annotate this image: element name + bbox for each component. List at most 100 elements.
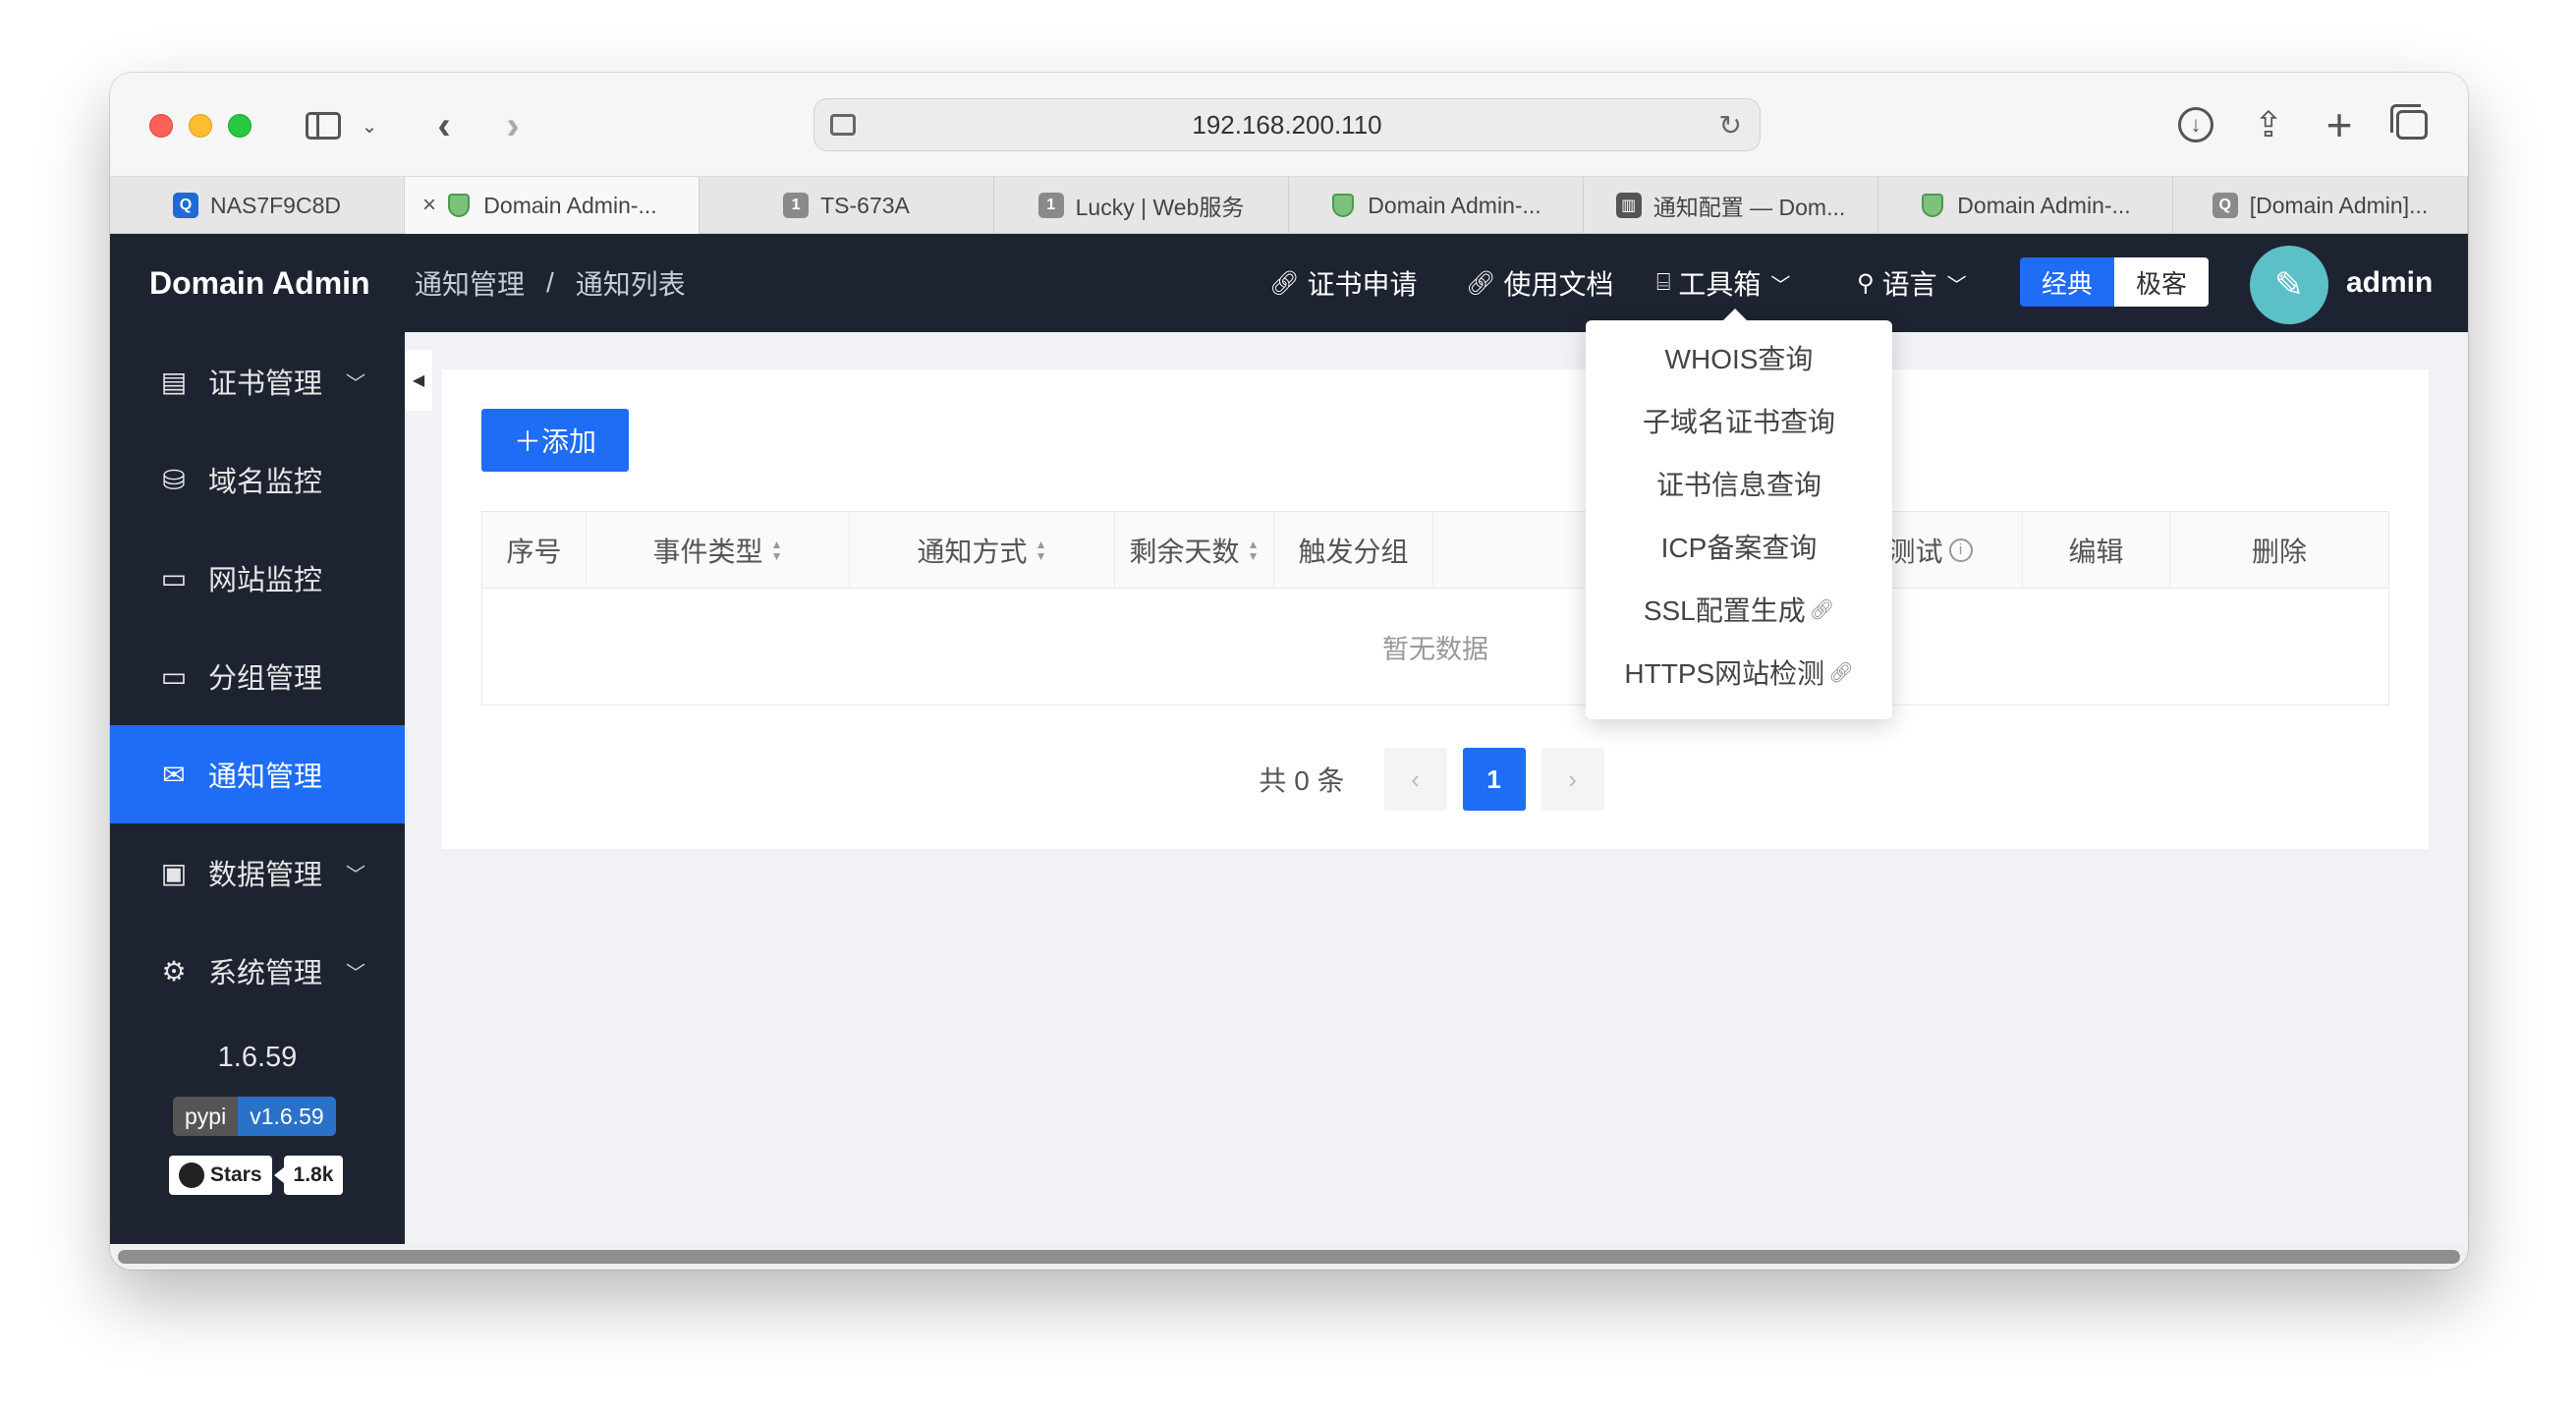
pypi-badge[interactable]: pypi v1.6.59 <box>173 1097 336 1136</box>
browser-tab-active[interactable]: × Domain Admin-... <box>405 177 700 234</box>
nav-cert-apply[interactable]: 🔗︎ 证书申请 <box>1269 234 1417 332</box>
info-icon[interactable]: i <box>1948 538 1973 562</box>
menu-item-subdomain-cert[interactable]: 子域名证书查询 <box>1586 389 1892 452</box>
sidebar-item-system-management[interactable]: ⚙ 系统管理 ﹀ <box>110 922 405 1020</box>
browser-tab[interactable]: 1 TS-673A <box>700 177 994 234</box>
one-badge-icon: 1 <box>1037 193 1064 218</box>
share-icon[interactable]: ⇪ <box>2246 102 2291 147</box>
menu-item-https-check[interactable]: HTTPS网站检测 🔗︎ <box>1586 641 1892 704</box>
nav-label: 工具箱 <box>1678 269 1762 300</box>
q-blue-icon: Q <box>173 193 199 218</box>
folder-icon: ▭ <box>160 660 188 692</box>
sidebar-item-label: 数据管理 <box>208 860 323 891</box>
pagination-next-button[interactable]: › <box>1540 748 1604 811</box>
minimize-window-button[interactable] <box>189 114 212 138</box>
column-header-days-left[interactable]: 剩余天数 ▲ ▼ <box>1115 512 1274 588</box>
toolbox-icon: ⌸ <box>1656 269 1671 296</box>
sidebar-item-label: 通知管理 <box>208 762 323 793</box>
sidebar-collapse-button[interactable]: ◀ <box>405 350 432 411</box>
pagination-page-button[interactable]: 1 <box>1462 748 1526 811</box>
github-stars-label: Stars <box>210 1163 262 1186</box>
pagination-prev-button[interactable]: ‹ <box>1383 748 1447 811</box>
tab-label: Lucky | Web服务 <box>1075 195 1245 220</box>
add-button[interactable]: ＋添加 <box>481 409 629 472</box>
browser-tab[interactable]: Q NAS7F9C8D <box>110 177 405 234</box>
pagination: 共 0 条 ‹ 1 › <box>442 747 2429 812</box>
browser-tab[interactable]: Domain Admin-... <box>1878 177 2173 234</box>
zoom-window-button[interactable] <box>228 114 252 138</box>
github-stars-badge[interactable]: Stars 1.8k <box>169 1156 344 1195</box>
site-settings-icon[interactable] <box>830 114 856 136</box>
menu-item-ssl-config[interactable]: SSL配置生成 🔗︎ <box>1586 578 1892 641</box>
menu-item-cert-info[interactable]: 证书信息查询 <box>1586 452 1892 515</box>
browser-titlebar: ⌄ ‹ › 192.168.200.110 ↻ ↓ ⇪ + <box>110 73 2468 177</box>
sidebar-item-cert-management[interactable]: ▤ 证书管理 ﹀ <box>110 332 405 430</box>
tab-label: [Domain Admin]... <box>2249 192 2429 218</box>
sidebar-item-site-monitor[interactable]: ▭ 网站监控 <box>110 529 405 627</box>
chevron-down-icon[interactable]: ⌄ <box>358 106 381 145</box>
nav-docs[interactable]: 🔗︎ 使用文档 <box>1466 234 1613 332</box>
browser-tab[interactable]: ▥ 通知配置 — Dom... <box>1584 177 1878 234</box>
sidebar-item-data-management[interactable]: ▣ 数据管理 ﹀ <box>110 823 405 922</box>
link-icon: 🔗︎ <box>1466 269 1496 297</box>
new-tab-icon[interactable]: + <box>2317 99 2362 150</box>
sidebar-item-domain-monitor[interactable]: ⛁ 域名监控 <box>110 430 405 529</box>
download-icon[interactable]: ↓ <box>2173 102 2218 147</box>
content-card: ＋添加 序号 事件类型▲▼ 通知方式▲▼ 剩余天数▲▼ 触发分组 启用▲▼ 测试… <box>442 369 2429 849</box>
tab-overview-icon[interactable] <box>2389 102 2435 147</box>
link-icon: 🔗︎ <box>1809 598 1835 621</box>
menu-item-icp[interactable]: ICP备案查询 <box>1586 515 1892 578</box>
notify-table: 序号 事件类型▲▼ 通知方式▲▼ 剩余天数▲▼ 触发分组 启用▲▼ 测试i 编辑… <box>481 511 2389 706</box>
github-icon <box>179 1162 204 1188</box>
box-icon: ▣ <box>160 857 188 888</box>
close-tab-icon[interactable]: × <box>422 192 436 219</box>
chevron-down-icon: ﹀ <box>346 372 365 395</box>
sidebar-item-group-management[interactable]: ▭ 分组管理 <box>110 627 405 725</box>
app-header: Domain Admin 通知管理 / 通知列表 🔗︎ 证书申请 🔗︎ 使用文档… <box>110 234 2468 332</box>
sort-icon[interactable]: ▲▼ <box>1036 538 1047 562</box>
nav-label: 语言 <box>1881 269 1937 300</box>
mode-geek-button[interactable]: 极客 <box>2114 257 2209 307</box>
shield-icon <box>1920 193 1945 218</box>
column-header-notify-method[interactable]: 通知方式 ▲ ▼ <box>850 512 1115 588</box>
sidebar-item-label: 网站监控 <box>208 565 323 596</box>
sidebar-toggle-icon[interactable] <box>303 106 344 145</box>
browser-tab[interactable]: 1 Lucky | Web服务 <box>994 177 1289 234</box>
avatar[interactable]: ✎ <box>2250 246 2328 324</box>
sidebar-item-notify-management[interactable]: ✉ 通知管理 <box>110 725 405 823</box>
sidebar: ▤ 证书管理 ﹀ ⛁ 域名监控 ▭ 网站监控 ▭ 分组管理 ✉ 通知管理 ▣ 数… <box>110 332 405 1246</box>
github-stars-label-box: Stars <box>169 1156 272 1195</box>
brand-title[interactable]: Domain Admin <box>149 234 370 332</box>
close-window-button[interactable] <box>149 114 173 138</box>
tab-label: NAS7F9C8D <box>210 192 341 218</box>
menu-item-whois[interactable]: WHOIS查询 <box>1586 326 1892 389</box>
column-header-event-type[interactable]: 事件类型 ▲ ▼ <box>587 512 850 588</box>
location-pin-icon: ⚲ <box>1857 269 1875 297</box>
horizontal-scrollbar[interactable] <box>110 1244 2468 1270</box>
username[interactable]: admin <box>2346 234 2433 332</box>
nav-language[interactable]: ⚲ 语言 ﹀ <box>1857 234 1967 332</box>
url-text: 192.168.200.110 <box>1192 109 1382 140</box>
forward-arrow-icon[interactable]: › <box>493 104 532 147</box>
nav-label: 使用文档 <box>1503 269 1614 300</box>
github-stars-count: 1.8k <box>273 1156 344 1195</box>
back-arrow-icon[interactable]: ‹ <box>424 104 464 147</box>
grid-icon: ▥ <box>1615 193 1642 218</box>
breadcrumb-item[interactable]: 通知管理 <box>415 263 525 303</box>
breadcrumb-item: 通知列表 <box>575 269 686 300</box>
reload-icon[interactable]: ↻ <box>1719 109 1742 142</box>
scrollbar-thumb[interactable] <box>118 1250 2460 1264</box>
address-bar[interactable]: 192.168.200.110 ↻ <box>813 98 1761 151</box>
pypi-badge-label: pypi <box>173 1097 239 1136</box>
sidebar-item-label: 证书管理 <box>208 368 323 400</box>
chevron-down-icon: ﹀ <box>1770 274 1791 297</box>
sort-icon[interactable]: ▲▼ <box>1248 538 1260 562</box>
sidebar-item-label: 系统管理 <box>208 958 323 990</box>
sort-icon[interactable]: ▲▼ <box>771 538 783 562</box>
user-avatar-icon: ✎ <box>2273 264 2305 305</box>
mode-classic-button[interactable]: 经典 <box>2020 257 2114 307</box>
browser-tab[interactable]: Domain Admin-... <box>1289 177 1584 234</box>
table-header: 序号 事件类型▲▼ 通知方式▲▼ 剩余天数▲▼ 触发分组 启用▲▼ 测试i 编辑… <box>482 512 2388 589</box>
browser-tabs: Q NAS7F9C8D × Domain Admin-... 1 TS-673A… <box>110 177 2468 234</box>
browser-tab[interactable]: Q [Domain Admin]... <box>2173 177 2468 234</box>
